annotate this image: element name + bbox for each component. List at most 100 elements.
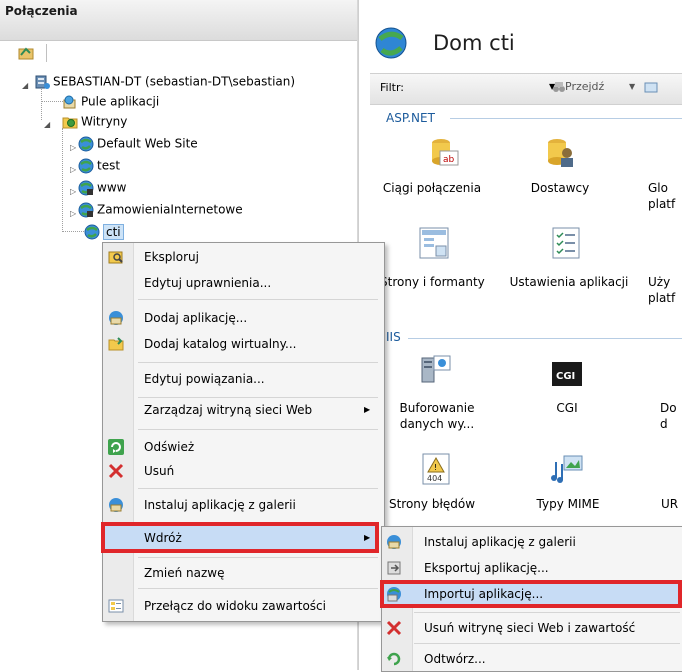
globe-icon [78,202,94,217]
binoculars-icon[interactable] [552,80,566,94]
filter-bar [370,73,682,105]
highlight-box [380,580,682,608]
cgi-icon[interactable]: CGI [550,358,584,392]
collapse-icon[interactable]: ◢ [44,120,50,129]
menu-item-add-virtual-directory[interactable]: Dodaj katalog wirtualny... [106,333,381,355]
feature-label-line: platf [648,291,676,305]
tree-line [62,128,63,232]
group-header-iis: IIS [386,330,401,344]
dropdown-icon[interactable]: ▼ [629,82,635,91]
error-pages-icon[interactable]: ! 404 [420,452,454,486]
menu-item-label: Zmień nazwę [144,566,225,580]
menu-item-label: Edytuj uprawnienia... [144,276,272,290]
tree-item-site[interactable]: ZamowieniaInternetowe [78,200,243,218]
menu-item-edit-permissions[interactable]: Edytuj uprawnienia... [106,272,381,294]
filter-label: Filtr: [380,81,404,94]
feature-label-line: Glo [648,181,668,195]
menu-item-manage-website[interactable]: Zarządzaj witryną sieci Web ▶ [106,399,381,421]
connect-icon[interactable] [18,46,34,60]
tree-item-site-selected[interactable]: cti [84,222,124,240]
feature-pages-controls[interactable]: Strony i formanty [380,274,500,290]
gallery-icon [109,498,123,512]
tree-item-server[interactable]: SEBASTIAN-DT (sebastian-DT\sebastian) [34,72,295,90]
gallery-icon [387,535,401,549]
menu-item-rename[interactable]: Zmień nazwę [106,562,381,584]
tree-line [41,101,63,102]
tree-item-site[interactable]: test [78,156,120,174]
goto-button[interactable]: Przejdź [565,80,604,93]
menu-item-explore[interactable]: Eksploruj [106,246,381,268]
show-all-icon[interactable] [644,80,658,94]
menu-item-install-from-gallery[interactable]: Instaluj aplikację z galerii [106,494,381,516]
submenu-item-export-application[interactable]: Eksportuj aplikację... [384,557,680,579]
menu-separator [138,299,378,300]
tree-line [62,231,84,232]
menu-item-label: Odtwórz... [424,652,486,666]
menu-item-switch-content-view[interactable]: Przełącz do widoku zawartości [106,595,381,617]
export-icon [387,561,401,575]
providers-icon[interactable] [543,135,577,169]
menu-separator [414,612,680,613]
menu-item-label: Instaluj aplikację z galerii [144,498,296,512]
menu-item-label: Eksploruj [144,250,199,264]
menu-item-delete[interactable]: Usuń [106,460,381,482]
feature-connection-strings[interactable]: Ciągi połączenia [380,180,484,196]
submenu-item-restore[interactable]: Odtwórz... [384,648,680,670]
menu-separator [138,557,378,558]
feature-providers[interactable]: Dostawcy [520,180,600,196]
expand-icon[interactable]: ▷ [70,165,76,174]
menu-item-label: Dodaj aplikację... [144,311,248,325]
delete-icon [386,620,402,636]
tree-item-sites[interactable]: Witryny [62,112,127,130]
group-divider [450,118,682,119]
mime-types-icon[interactable] [550,452,584,486]
connection-strings-icon[interactable]: ab [427,135,461,169]
menu-item-label: Eksportuj aplikację... [424,561,549,575]
submenu-arrow-icon: ▶ [364,405,371,414]
feature-app-settings[interactable]: Ustawienia aplikacji [505,274,633,290]
globe-icon [84,224,100,239]
svg-text:!: ! [434,463,437,472]
menu-item-refresh[interactable]: Odśwież [106,436,381,458]
menu-separator [414,643,680,644]
tree-item-site[interactable]: www [78,178,126,196]
menu-item-label: Dodaj katalog wirtualny... [144,337,297,351]
feature-label-line: Buforowanie [399,401,475,415]
menu-item-label: Przełącz do widoku zawartości [144,599,326,613]
pages-controls-icon[interactable] [418,226,452,260]
menu-item-edit-bindings[interactable]: Edytuj powiązania... [106,368,381,390]
submenu-item-install-from-gallery[interactable]: Instaluj aplikację z galerii [384,531,680,553]
submenu-item-delete-website[interactable]: Usuń witrynę sieci Web i zawartość [384,617,680,639]
content-view-icon [108,599,124,613]
refresh-icon [108,439,124,455]
feature-label-line: platf [648,197,676,211]
tree-item-app-pools[interactable]: Pule aplikacji [62,92,159,110]
feature-globalization[interactable]: Glo platf [648,180,682,212]
feature-url-rewrite[interactable]: UR [661,496,682,512]
feature-label-line: Do [660,401,677,415]
feature-cgi[interactable]: CGI [530,400,604,416]
globe-icon [78,136,94,151]
delete-icon [108,463,124,479]
tree-line [41,87,42,120]
collapse-icon[interactable]: ◢ [22,81,28,90]
app-settings-icon[interactable] [550,226,584,260]
menu-item-label: Zarządzaj witryną sieci Web [144,403,313,417]
feature-users[interactable]: Uży platf [648,274,682,306]
feature-mime-types[interactable]: Typy MIME [528,496,608,512]
feature-default-document[interactable]: Do d [660,400,682,432]
menu-item-add-application[interactable]: Dodaj aplikację... [106,307,381,329]
expand-icon[interactable]: ▷ [70,143,76,152]
toolbar-separator [46,44,47,62]
feature-output-cache[interactable]: Buforowanie danych wy... [388,400,486,432]
expand-icon[interactable]: ▷ [70,209,76,218]
add-application-icon [109,311,123,325]
output-cache-icon[interactable] [420,352,454,386]
tree-item-site[interactable]: Default Web Site [78,134,198,152]
page-title: Dom cti [433,31,515,55]
feature-error-pages[interactable]: Strony błędów [386,496,478,512]
menu-item-label: Usuń witrynę sieci Web i zawartość [424,621,636,635]
expand-icon[interactable]: ▷ [70,187,76,196]
folder-icon [108,337,124,351]
cgi-icon-text: CGI [556,371,575,382]
